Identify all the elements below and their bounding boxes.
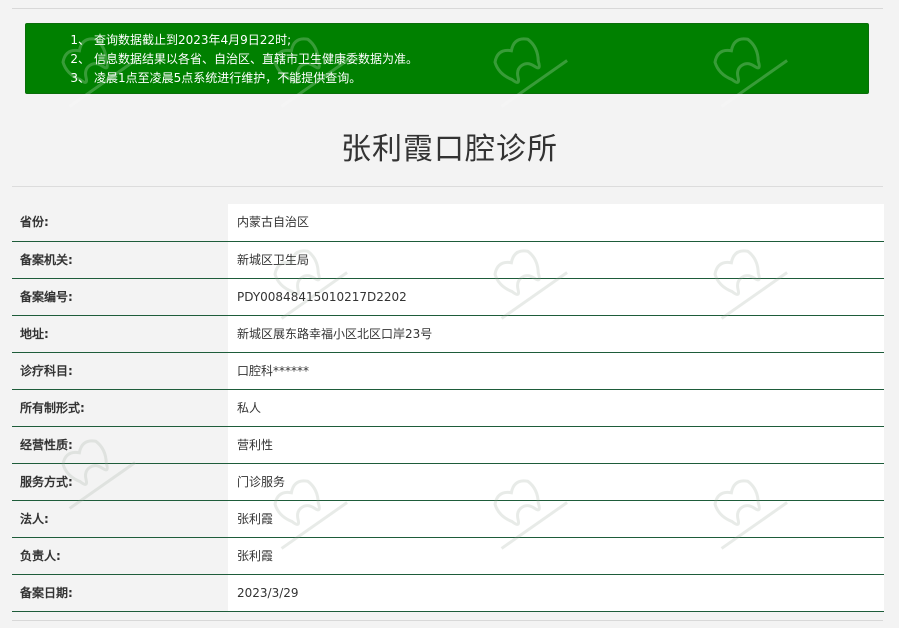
table-row: 备案编号: PDY00848415010217D2202 bbox=[12, 278, 884, 316]
field-value: 门诊服务 bbox=[228, 463, 884, 501]
field-label: 备案机关: bbox=[12, 241, 228, 279]
field-value: 新城区卫生局 bbox=[228, 241, 884, 279]
field-label: 负责人: bbox=[12, 537, 228, 575]
table-row: 诊疗科目: 口腔科****** bbox=[12, 352, 884, 390]
table-row: 备案日期: 2023/3/29 bbox=[12, 574, 884, 612]
field-value: 2023/3/29 bbox=[228, 574, 884, 612]
field-label: 省份: bbox=[12, 204, 228, 242]
bottom-divider bbox=[12, 620, 883, 621]
field-label: 法人: bbox=[12, 500, 228, 538]
table-row: 地址: 新城区展东路幸福小区北区口岸23号 bbox=[12, 315, 884, 353]
field-value: PDY00848415010217D2202 bbox=[228, 278, 884, 316]
field-value: 张利霞 bbox=[228, 500, 884, 538]
table-row: 法人: 张利霞 bbox=[12, 500, 884, 538]
table-row: 省份: 内蒙古自治区 bbox=[12, 204, 884, 242]
table-row: 负责人: 张利霞 bbox=[12, 537, 884, 575]
field-label: 地址: bbox=[12, 315, 228, 353]
field-value: 内蒙古自治区 bbox=[228, 204, 884, 242]
field-label: 所有制形式: bbox=[12, 389, 228, 427]
notice-line-text: 信息数据结果以各省、自治区、直辖市卫生健康委数据为准。 bbox=[94, 52, 419, 66]
table-row: 服务方式: 门诊服务 bbox=[12, 463, 884, 501]
notice-line-number: 3、 bbox=[70, 71, 90, 85]
field-value: 新城区展东路幸福小区北区口岸23号 bbox=[228, 315, 884, 353]
notice-line-text: 凌晨1点至凌晨5点系统进行维护，不能提供查询。 bbox=[94, 71, 362, 85]
notice-line-number: 1、 bbox=[70, 33, 90, 47]
notice-line: 3、 凌晨1点至凌晨5点系统进行维护，不能提供查询。 bbox=[26, 69, 868, 88]
table-row: 备案机关: 新城区卫生局 bbox=[12, 241, 884, 279]
clinic-info-table: 省份: 内蒙古自治区 备案机关: 新城区卫生局 备案编号: PDY0084841… bbox=[12, 204, 884, 612]
notice-line-text: 查询数据截止到2023年4月9日22时; bbox=[94, 33, 292, 47]
field-value: 私人 bbox=[228, 389, 884, 427]
field-value: 张利霞 bbox=[228, 537, 884, 575]
field-label: 诊疗科目: bbox=[12, 352, 228, 390]
top-divider bbox=[12, 8, 883, 9]
notice-line: 1、 查询数据截止到2023年4月9日22时; bbox=[26, 31, 868, 50]
clinic-title: 张利霞口腔诊所 bbox=[341, 132, 558, 167]
notice-banner: 1、 查询数据截止到2023年4月9日22时; 2、 信息数据结果以各省、自治区、直… bbox=[25, 23, 869, 94]
table-row: 经营性质: 营利性 bbox=[12, 426, 884, 464]
field-label: 备案日期: bbox=[12, 574, 228, 612]
field-label: 经营性质: bbox=[12, 426, 228, 464]
notice-line: 2、 信息数据结果以各省、自治区、直辖市卫生健康委数据为准。 bbox=[26, 50, 868, 69]
page: 1、 查询数据截止到2023年4月9日22时; 2、 信息数据结果以各省、自治区、直… bbox=[0, 0, 899, 628]
field-value: 营利性 bbox=[228, 426, 884, 464]
title-divider bbox=[12, 186, 883, 187]
field-label: 服务方式: bbox=[12, 463, 228, 501]
field-label: 备案编号: bbox=[12, 278, 228, 316]
field-value: 口腔科****** bbox=[228, 352, 884, 390]
notice-line-number: 2、 bbox=[70, 52, 90, 66]
table-row: 所有制形式: 私人 bbox=[12, 389, 884, 427]
